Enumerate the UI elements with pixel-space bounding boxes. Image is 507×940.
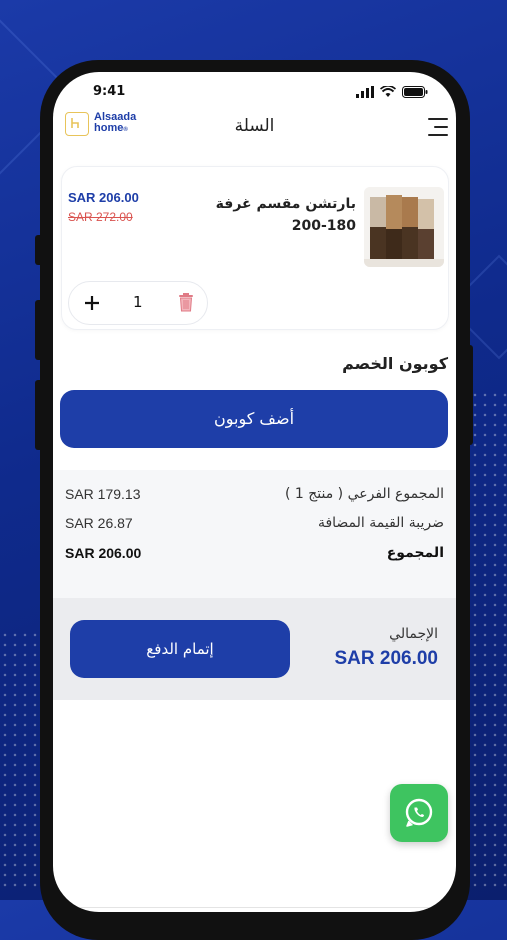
total-label: المجموع (386, 545, 444, 561)
trash-icon[interactable] (177, 292, 195, 316)
whatsapp-button[interactable] (390, 784, 448, 842)
grand-total-label: الإجمالي (389, 626, 438, 642)
app-background: { "status_bar": { "time": "9:41" }, "hea… (0, 0, 507, 940)
grand-total-value: SAR 206.00 (334, 648, 438, 669)
status-bar: 9:41 (53, 82, 456, 104)
coupon-title: كوبون الخصم (342, 354, 448, 373)
cart-item-card: بارتشن مقسم غرفة 180-200 SAR 206.00 SAR … (61, 166, 449, 330)
quantity-value: 1 (133, 293, 143, 311)
battery-icon (402, 86, 428, 98)
background-dots (0, 630, 40, 890)
page-title: السلة (234, 116, 275, 136)
total-value: SAR 206.00 (65, 545, 142, 561)
vat-label: ضريبة القيمة المضافة (317, 515, 444, 531)
wifi-icon (380, 86, 396, 97)
price-original: SAR 272.00 (68, 210, 133, 224)
whatsapp-icon (405, 798, 433, 827)
phone-screen: 9:41 Alsaada home® السلة بارتشن مقسم غرف… (53, 72, 456, 912)
signal-icon (356, 86, 374, 98)
plus-icon[interactable] (83, 288, 101, 318)
price-current: SAR 206.00 (68, 190, 139, 205)
background-dots (470, 390, 507, 890)
vat-value: SAR 26.87 (65, 515, 133, 531)
status-time: 9:41 (93, 84, 126, 99)
order-summary: SAR 179.13 المجموع الفرعي ( منتج 1 ) SAR… (53, 470, 456, 598)
product-image[interactable] (364, 187, 444, 267)
add-coupon-button[interactable]: أضف كوبون (60, 390, 448, 448)
checkout-bar: إتمام الدفع الإجمالي SAR 206.00 (53, 598, 456, 700)
product-name[interactable]: بارتشن مقسم غرفة 180-200 (186, 193, 356, 237)
subtotal-value: SAR 179.13 (65, 486, 141, 502)
quantity-stepper: 1 (68, 281, 208, 325)
app-header: Alsaada home® السلة (53, 110, 456, 142)
menu-icon[interactable] (428, 118, 448, 142)
checkout-button[interactable]: إتمام الدفع (70, 620, 290, 678)
bottom-divider (53, 907, 456, 908)
status-icons (356, 86, 428, 98)
subtotal-label: المجموع الفرعي ( منتج 1 ) (284, 486, 444, 502)
